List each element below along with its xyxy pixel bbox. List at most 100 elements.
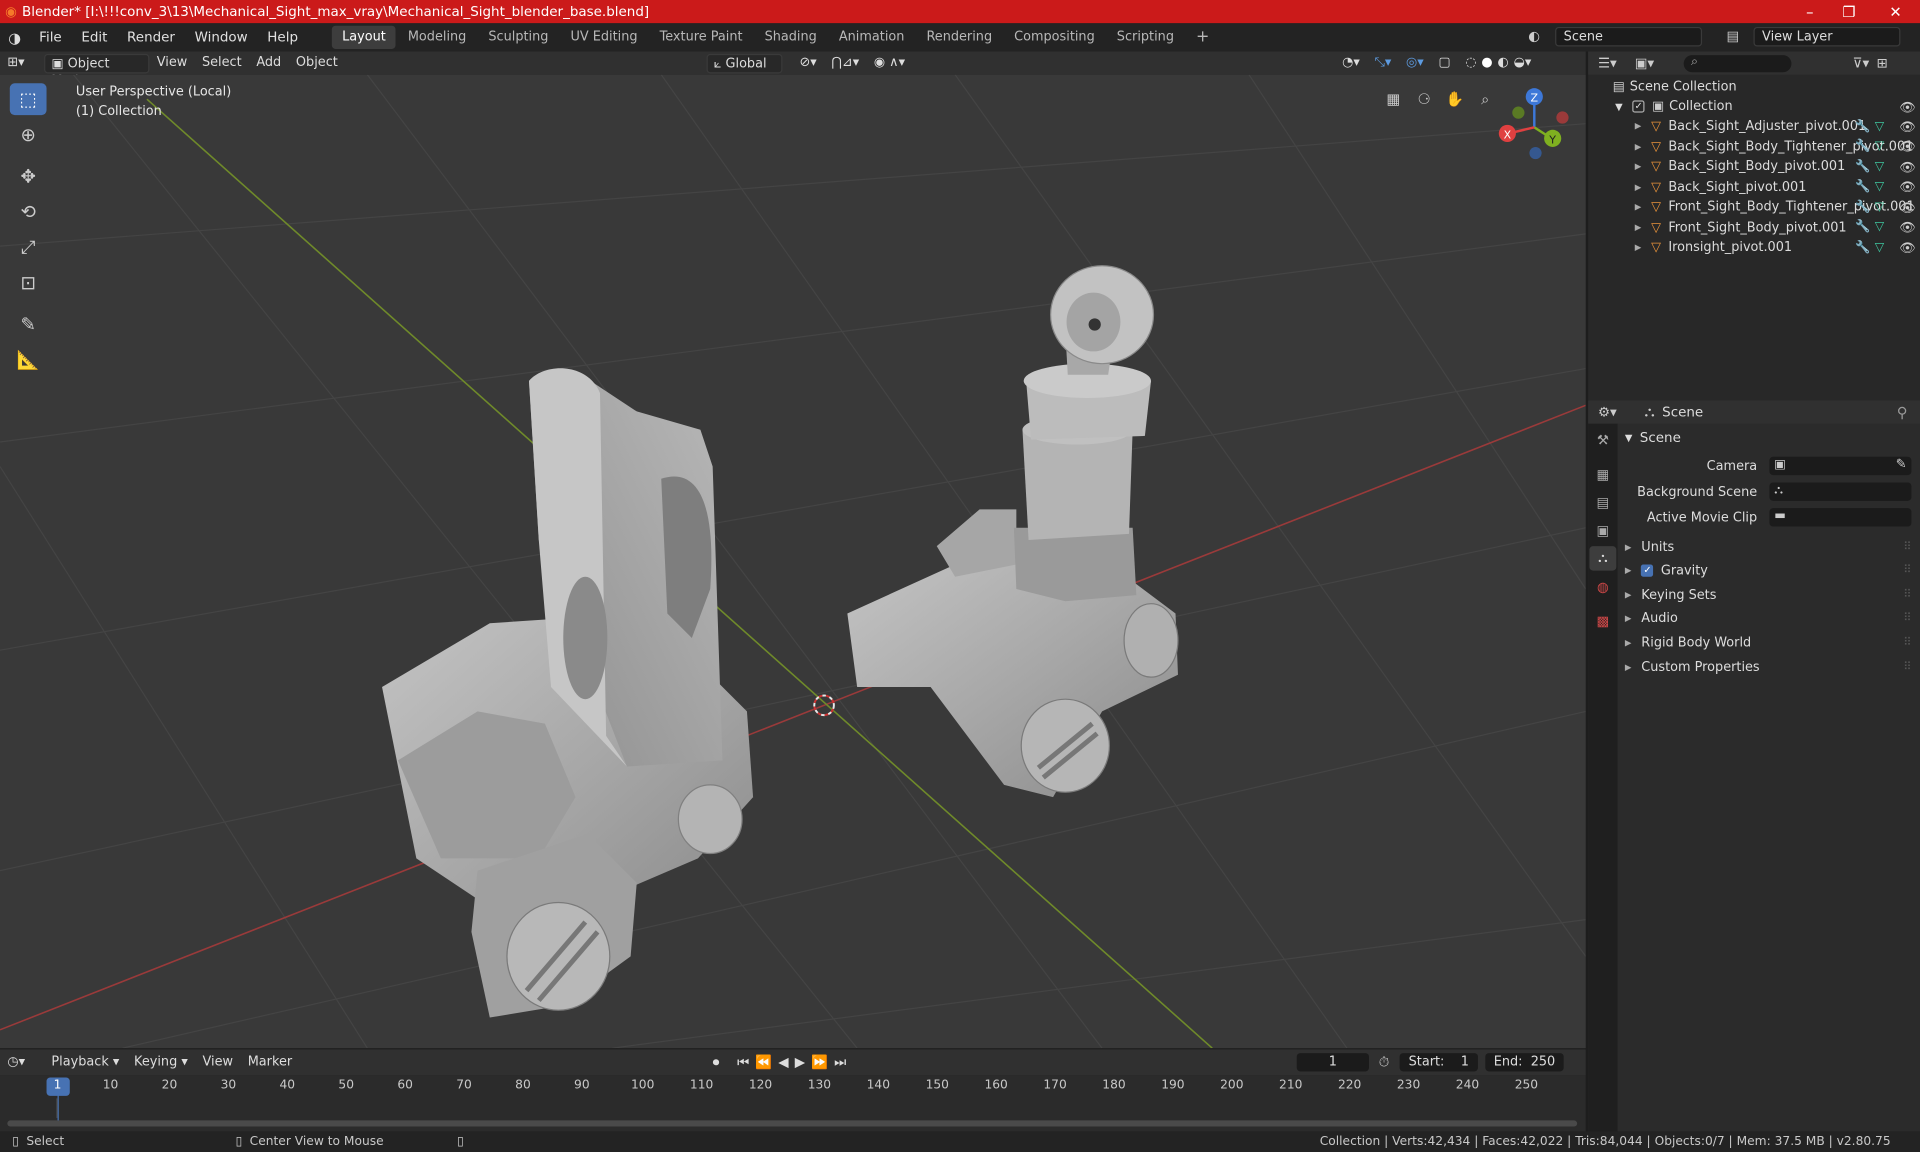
select-menu[interactable]: Select [195, 53, 249, 74]
outliner-object-row[interactable]: ▶ ▽ Back_Sight_Body_pivot.001 🔧 ▽ 👁 [1588, 157, 1920, 177]
visibility-eye-icon[interactable]: 👁 [1899, 99, 1915, 115]
tab-uv-editing[interactable]: UV Editing [561, 26, 648, 49]
expand-arrow-icon[interactable]: ▶ [1635, 162, 1642, 172]
timeline-editor-icon[interactable]: ◷▾ [0, 1052, 44, 1073]
visibility-eye-icon[interactable]: 👁 [1899, 199, 1915, 215]
minimize-icon[interactable]: – [1788, 0, 1832, 23]
render-tab-icon[interactable]: ▦ [1589, 462, 1616, 486]
object-mode-dropdown[interactable]: ▣ Object Mode ▾ [44, 53, 150, 88]
measure-tool-icon[interactable]: 📐 [10, 344, 47, 376]
gravity-checkbox[interactable]: ✓ [1641, 564, 1654, 577]
transform-tool-icon[interactable]: ⊡ [10, 267, 47, 299]
output-tab-icon[interactable]: ▤ [1589, 490, 1616, 514]
expand-arrow-icon[interactable]: ▶ [1635, 121, 1642, 131]
visibility-eye-icon[interactable]: 👁 [1899, 179, 1915, 195]
cursor-tool-icon[interactable]: ⊕ [10, 119, 47, 151]
zoom-icon[interactable]: ⌕ [1473, 87, 1497, 111]
expand-arrow-icon[interactable]: ▶ [1635, 222, 1642, 232]
expand-arrow-icon[interactable]: ▶ [1635, 141, 1642, 151]
timeline-scrollbar[interactable] [7, 1120, 1578, 1127]
drag-handle-icon[interactable]: ⠿ [1903, 637, 1911, 649]
visibility-eye-icon[interactable]: 👁 [1899, 138, 1915, 155]
gizmo-toggle-icon[interactable]: ⤡▾ [1367, 53, 1398, 74]
close-icon[interactable]: ✕ [1873, 0, 1917, 23]
editor-type-icon[interactable]: ⊞▾ [0, 53, 44, 74]
end-frame-field[interactable]: End: 250 [1485, 1053, 1564, 1072]
orientation-dropdown[interactable]: ⟀ Global ▾ [706, 53, 783, 88]
properties-section-gravity[interactable]: ▶ ✓ Gravity ⠿ [1625, 559, 1914, 582]
tab-texture-paint[interactable]: Texture Paint [650, 26, 753, 49]
visibility-eye-icon[interactable]: 👁 [1899, 159, 1915, 175]
visibility-icon[interactable]: ◔▾ [1335, 53, 1367, 74]
properties-section-units[interactable]: ▶ Units ⠿ [1625, 535, 1914, 558]
tab-shading[interactable]: Shading [755, 26, 827, 49]
scene-panel-header[interactable]: ▼ Scene [1625, 426, 1914, 449]
object-menu[interactable]: Object [289, 53, 346, 74]
current-frame-field[interactable]: 1 [1296, 1053, 1369, 1072]
record-icon[interactable]: ⏺ [713, 1054, 720, 1071]
camera-view-icon[interactable]: ⚆ [1412, 87, 1436, 111]
ortho-toggle-icon[interactable]: ▦ [1381, 87, 1405, 111]
add-workspace-icon[interactable]: + [1186, 26, 1219, 49]
visibility-eye-icon[interactable]: 👁 [1899, 118, 1915, 134]
tab-compositing[interactable]: Compositing [1004, 26, 1104, 49]
rotate-tool-icon[interactable]: ⟲ [10, 196, 47, 228]
tab-animation[interactable]: Animation [829, 26, 914, 49]
drag-handle-icon[interactable]: ⠿ [1903, 541, 1911, 553]
eyedropper-icon[interactable]: ✎ [1896, 457, 1907, 472]
navigation-gizmo[interactable]: Z Y X [1498, 88, 1569, 160]
outliner-object-row[interactable]: ▶ ▽ Ironsight_pivot.001 🔧 ▽ 👁 [1588, 238, 1920, 258]
menu-window[interactable]: Window [185, 23, 258, 51]
texture-tab-icon[interactable]: ▩ [1589, 609, 1616, 633]
menu-edit[interactable]: Edit [72, 23, 118, 51]
drag-handle-icon[interactable]: ⠿ [1903, 565, 1911, 577]
menu-help[interactable]: Help [257, 23, 307, 51]
outliner-object-row[interactable]: ▶ ▽ Front_Sight_Body_pivot.001 🔧 ▽ 👁 [1588, 217, 1920, 237]
active-movie-clip-field[interactable]: ▬ [1769, 508, 1912, 527]
pivot-icon[interactable]: ⊘▾ [792, 53, 824, 74]
timeline-view-menu[interactable]: View [195, 1052, 240, 1073]
expand-arrow-icon[interactable]: ▶ [1635, 202, 1642, 212]
tool-tab-icon[interactable]: ⚒ [1589, 427, 1616, 451]
add-menu[interactable]: Add [249, 53, 289, 74]
maximize-icon[interactable]: ❐ [1827, 0, 1871, 23]
view-layer-tab-icon[interactable]: ▣ [1589, 518, 1616, 542]
camera-field[interactable]: ▣ ✎ [1769, 456, 1912, 476]
outliner-object-row[interactable]: ▶ ▽ Back_Sight_Body_Tightener_pivot.001 🔧 ▽ 👁 [1588, 137, 1920, 157]
marker-menu[interactable]: Marker [240, 1052, 299, 1073]
outliner-editor-icon[interactable]: ☰▾ [1598, 55, 1635, 71]
world-tab-icon[interactable]: ◍ [1589, 574, 1616, 598]
outliner-object-row[interactable]: ▶ ▽ Back_Sight_Adjuster_pivot.001 🔧 ▽ 👁 [1588, 116, 1920, 136]
outliner-object-row[interactable]: ▶ ▽ Back_Sight_pivot.001 🔧 ▽ 👁 [1588, 177, 1920, 197]
properties-editor-icon[interactable]: ⚙▾ [1598, 404, 1645, 420]
pan-hand-icon[interactable]: ✋ [1442, 87, 1466, 111]
scene-selector[interactable]: Scene [1555, 26, 1703, 47]
front-sight-model[interactable] [847, 265, 1179, 798]
drag-handle-icon[interactable]: ⠿ [1903, 613, 1911, 625]
drag-handle-icon[interactable]: ⠿ [1903, 589, 1911, 601]
visibility-eye-icon[interactable]: 👁 [1899, 219, 1915, 235]
new-collection-icon[interactable]: ⊞ [1877, 55, 1888, 71]
snap-icon[interactable]: ⋂⊿▾ [824, 53, 866, 74]
playback-controls[interactable]: ⏮⏪◀▶⏩⏭ [737, 1054, 852, 1071]
properties-section-audio[interactable]: ▶ Audio ⠿ [1625, 607, 1914, 630]
timeline-area[interactable]: 1 10 20 30 40 50 60 70 80 90 100 110 120 130 140 150 160… [0, 1075, 1586, 1132]
menu-file[interactable]: File [29, 23, 71, 51]
select-box-tool-icon[interactable]: ⬚ [9, 83, 47, 116]
menu-render[interactable]: Render [117, 23, 185, 51]
xray-icon[interactable]: ▢ [1431, 53, 1458, 74]
properties-section-keying-sets[interactable]: ▶ Keying Sets ⠿ [1625, 583, 1914, 606]
view-menu[interactable]: View [149, 53, 194, 74]
background-scene-field[interactable]: ⛬ [1769, 482, 1912, 501]
timer-icon[interactable]: ⏱ [1379, 1054, 1390, 1071]
pin-icon[interactable]: ⚲ [1897, 403, 1908, 420]
back-sight-model[interactable] [382, 368, 754, 1018]
drag-handle-icon[interactable]: ⠿ [1903, 661, 1911, 673]
start-frame-field[interactable]: Start: 1 [1399, 1053, 1478, 1072]
3d-viewport[interactable]: Z Y X [0, 74, 1586, 1049]
view-layer-selector[interactable]: View Layer [1753, 26, 1901, 47]
expand-arrow-icon[interactable]: ▶ [1635, 242, 1642, 252]
blender-menu-icon[interactable]: ◑ [0, 29, 29, 46]
expand-arrow-icon[interactable]: ▶ [1635, 182, 1642, 192]
annotate-tool-icon[interactable]: ✎ [10, 309, 47, 341]
